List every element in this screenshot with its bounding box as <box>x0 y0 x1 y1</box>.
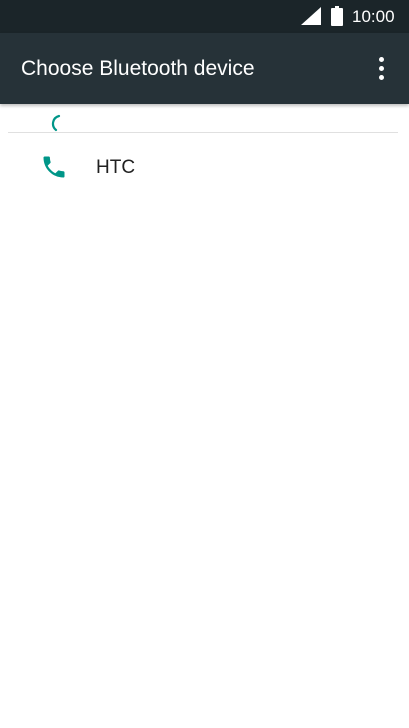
more-vert-icon-dot-3 <box>378 74 384 80</box>
app-bar: Choose Bluetooth device <box>0 33 409 104</box>
battery-icon <box>331 6 343 26</box>
divider <box>8 132 398 133</box>
device-item-htc[interactable]: HTC <box>0 140 409 196</box>
phone-icon <box>43 156 65 178</box>
more-vert-icon <box>378 56 384 62</box>
loading-spinner-icon <box>51 114 61 132</box>
signal-icon <box>301 7 321 25</box>
page-title: Choose Bluetooth device <box>21 57 255 80</box>
status-bar: 10:00 <box>0 0 409 33</box>
status-time: 10:00 <box>352 7 395 26</box>
more-vert-icon-dot-2 <box>378 65 384 71</box>
device-label: HTC <box>96 157 136 178</box>
more-options-button[interactable] <box>366 53 396 83</box>
